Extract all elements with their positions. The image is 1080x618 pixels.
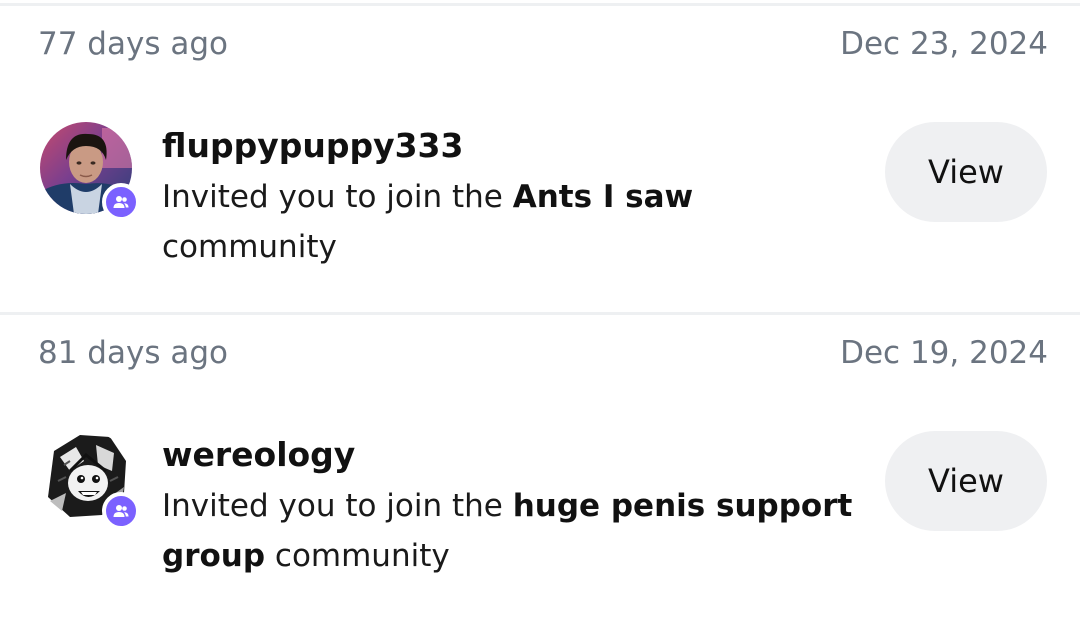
community-badge — [102, 183, 140, 221]
community-badge — [102, 492, 140, 530]
notification-message: Invited you to join the huge penis suppo… — [162, 481, 862, 581]
message-suffix: community — [265, 538, 450, 574]
username[interactable]: fluppypuppy333 — [162, 129, 463, 162]
notification-divider — [0, 312, 1080, 315]
community-group-icon — [113, 196, 129, 208]
view-button[interactable]: View — [885, 122, 1047, 222]
top-divider — [0, 3, 1080, 6]
relative-time: 77 days ago — [38, 26, 228, 62]
notification-date: Dec 19, 2024 — [840, 335, 1048, 371]
view-button[interactable]: View — [885, 431, 1047, 531]
message-prefix: Invited you to join the — [162, 488, 513, 524]
username[interactable]: wereology — [162, 438, 355, 471]
message-suffix: community — [162, 229, 337, 265]
community-group-icon — [113, 505, 129, 517]
notification-message: Invited you to join the Ants I saw commu… — [162, 172, 862, 272]
message-prefix: Invited you to join the — [162, 179, 513, 215]
relative-time: 81 days ago — [38, 335, 228, 371]
notification-date: Dec 23, 2024 — [840, 26, 1048, 62]
community-name[interactable]: Ants I saw — [513, 179, 693, 215]
